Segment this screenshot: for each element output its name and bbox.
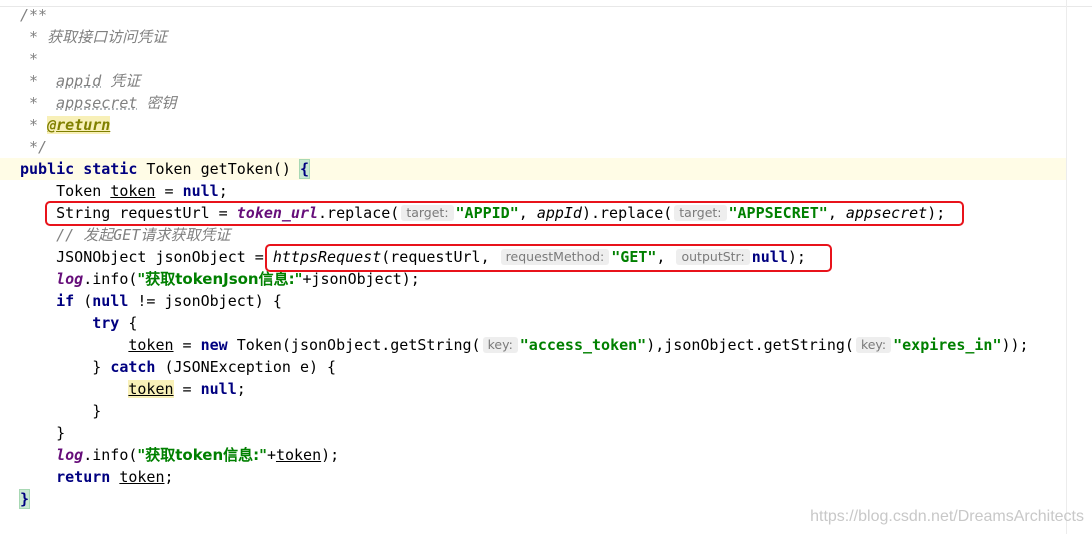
doc-comment-title: * 获取接口访问凭证: [20, 28, 168, 46]
code-line-6: * @return: [20, 116, 111, 134]
doc-comment-blank: *: [20, 50, 39, 68]
doc-return-tag: @return: [47, 116, 111, 134]
watermark: https://blog.csdn.net/DreamsArchitects: [810, 508, 1084, 525]
param-hint-key-2: key:: [855, 337, 892, 353]
matched-open-brace: {: [298, 159, 311, 179]
code-line-20: }: [20, 424, 66, 442]
code-editor[interactable]: /** * 获取接口访问凭证 * * appid 凭证 * appsecret …: [0, 0, 1092, 534]
code-line-2: * 获取接口访问凭证: [0, 26, 1066, 48]
doc-comment-close: */: [20, 138, 48, 156]
code-line-21: log.info("获取token信息:"+token);: [56, 446, 340, 464]
code-line-11: // 发起GET请求获取凭证: [20, 226, 231, 244]
code-line-23: }: [0, 488, 1066, 510]
code-line-17: } catch (JSONException e) {: [92, 358, 337, 376]
code-line-9: Token token = null;: [20, 182, 228, 200]
code-line-7: */: [0, 136, 1066, 158]
code-line-16: token = new Token(jsonObject.getString(k…: [128, 336, 1029, 354]
code-line-22: return token;: [56, 468, 174, 486]
code-line-3: *: [0, 48, 1066, 70]
highlight-box-request-url: [45, 201, 964, 226]
code-line-1: /**: [0, 4, 1066, 26]
code-line-14: if (null != jsonObject) {: [56, 292, 282, 310]
matched-close-brace: }: [18, 489, 31, 509]
code-line-18: token = null;: [128, 380, 246, 398]
highlighted-token-usage: token: [128, 380, 174, 398]
code-line-19: }: [20, 402, 102, 420]
code-line-15: try {: [92, 314, 138, 332]
param-hint-key: key:: [482, 337, 518, 353]
doc-param-appid: appid: [56, 72, 102, 90]
right-margin-guide: [1066, 0, 1067, 534]
code-line-8-method-signature: public static Token getToken() {: [0, 158, 1066, 180]
code-line-4: * appid 凭证: [20, 72, 141, 90]
code-line-5: * appsecret 密钥: [20, 94, 177, 112]
doc-comment-open: /**: [20, 6, 48, 24]
highlight-box-https-request: [265, 244, 832, 272]
doc-param-appsecret: appsecret: [56, 94, 138, 112]
